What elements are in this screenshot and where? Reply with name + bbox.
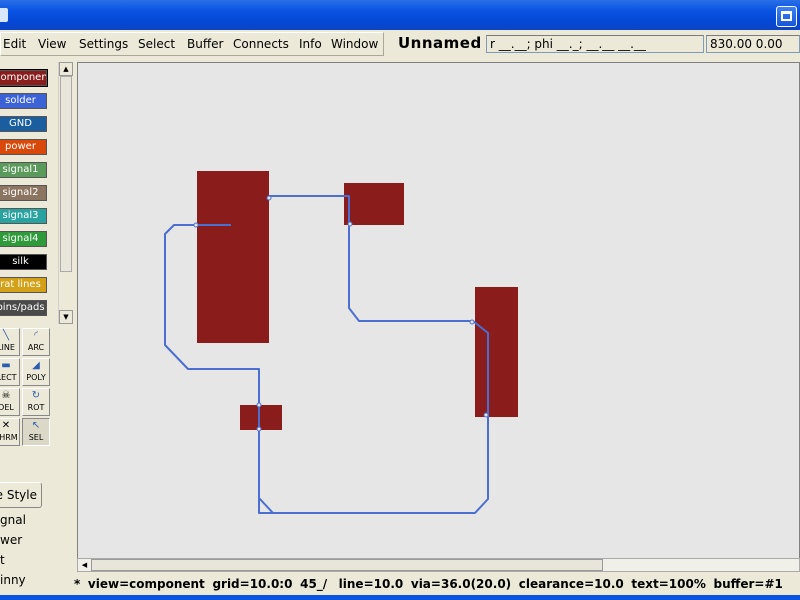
via-1[interactable] xyxy=(193,222,199,228)
layer-rat-lines[interactable]: rat lines xyxy=(0,277,47,293)
layer-signal3[interactable]: signal3 xyxy=(0,208,47,224)
menu-connects[interactable]: Connects xyxy=(233,37,289,51)
route-style-power[interactable]: wer xyxy=(0,533,22,547)
tool-poly[interactable]: ◢ POLY xyxy=(22,358,50,386)
menu-info[interactable]: Info xyxy=(299,37,322,51)
layer-silk[interactable]: silk xyxy=(0,254,47,270)
menu-view[interactable]: View xyxy=(38,37,66,51)
via-2[interactable] xyxy=(266,195,272,201)
route-style-button[interactable]: e Style xyxy=(0,482,42,508)
maximize-button[interactable] xyxy=(776,6,797,27)
scroll-left-icon[interactable]: ◀ xyxy=(78,559,91,571)
thermal-icon: ✕ xyxy=(1,420,11,431)
tool-arc[interactable]: ◜ ARC xyxy=(22,328,50,356)
status-clearance: 10.0 xyxy=(594,577,624,591)
document-title: Unnamed xyxy=(398,34,482,52)
menu-window[interactable]: Window xyxy=(331,37,378,51)
route-style-skinny[interactable]: inny xyxy=(0,573,26,587)
layer-signal4[interactable]: signal4 xyxy=(0,231,47,247)
status-buffer: #1 xyxy=(764,577,783,591)
route-style-fat[interactable]: t xyxy=(0,553,5,567)
layer-scrollbar[interactable]: ▲ ▼ xyxy=(58,62,73,324)
pcb-canvas[interactable] xyxy=(77,62,800,558)
trace-2[interactable] xyxy=(258,195,489,514)
tool-select[interactable]: ↖ SEL xyxy=(22,418,50,446)
route-style-signal[interactable]: gnal xyxy=(0,513,26,527)
menu-buffer[interactable]: Buffer xyxy=(187,37,223,51)
poly-icon: ◢ xyxy=(32,360,40,371)
title-bar xyxy=(0,0,800,30)
status-bar: * view=component grid=10.0:0 45_/ line=1… xyxy=(74,577,783,591)
layer-component[interactable]: component xyxy=(0,69,48,87)
cursor-icon: ↖ xyxy=(31,420,41,431)
via-3[interactable] xyxy=(347,221,353,227)
status-line: 10.0 xyxy=(373,577,404,591)
trace-1[interactable] xyxy=(164,224,280,514)
tool-line[interactable]: ╲LINE xyxy=(0,328,20,356)
status-view: component xyxy=(129,577,205,591)
canvas-scroll-thumb[interactable] xyxy=(91,559,603,571)
scroll-down-icon[interactable]: ▼ xyxy=(59,310,73,324)
menu-edit[interactable]: Edit xyxy=(3,37,26,51)
arc-icon: ◜ xyxy=(34,330,38,341)
via-5[interactable] xyxy=(483,412,489,418)
trace-layer xyxy=(164,195,489,514)
via-6[interactable] xyxy=(256,402,262,408)
maximize-icon xyxy=(781,11,792,21)
rotate-icon: ↻ xyxy=(31,390,41,401)
status-grid: 10.0:0 xyxy=(249,577,293,591)
via-7[interactable] xyxy=(256,426,262,432)
layer-power[interactable]: power xyxy=(0,139,47,155)
menu-settings[interactable]: Settings xyxy=(79,37,128,51)
layer-signal2[interactable]: signal2 xyxy=(0,185,47,201)
window-bottom-border xyxy=(0,595,800,600)
status-text: 100% xyxy=(668,577,706,591)
via-4[interactable] xyxy=(469,319,475,325)
tool-rect[interactable]: ▬RECT xyxy=(0,358,20,386)
line-icon: ╲ xyxy=(2,330,10,341)
app-icon[interactable] xyxy=(0,8,8,22)
canvas-horizontal-scrollbar[interactable]: ◀ xyxy=(77,558,800,572)
polar-coordinate-readout: r __.__; phi __._; __.__ __.__ xyxy=(486,35,704,53)
layer-pins-pads[interactable]: pins/pads xyxy=(0,300,47,316)
tool-thermal[interactable]: ✕THRM xyxy=(0,418,20,446)
layer-scroll-thumb[interactable] xyxy=(60,76,72,272)
status-modified: * xyxy=(74,577,81,591)
status-angle: 45_/ xyxy=(300,577,328,591)
skull-icon: ☠ xyxy=(1,390,11,401)
layer-solder[interactable]: solder xyxy=(0,93,47,109)
layer-gnd[interactable]: GND xyxy=(0,116,47,132)
menu-bar: Edit View Settings Select Buffer Connect… xyxy=(0,32,384,56)
tool-rotate[interactable]: ↻ ROT xyxy=(22,388,50,416)
scroll-up-icon[interactable]: ▲ xyxy=(59,62,73,76)
tool-delete[interactable]: ☠ DEL xyxy=(0,388,20,416)
rect-icon: ▬ xyxy=(1,360,11,371)
status-via: 36.0(20.0) xyxy=(440,577,512,591)
layer-signal1[interactable]: signal1 xyxy=(0,162,47,178)
menu-select[interactable]: Select xyxy=(138,37,175,51)
cursor-coordinate-readout: 830.00 0.00 xyxy=(706,35,800,53)
